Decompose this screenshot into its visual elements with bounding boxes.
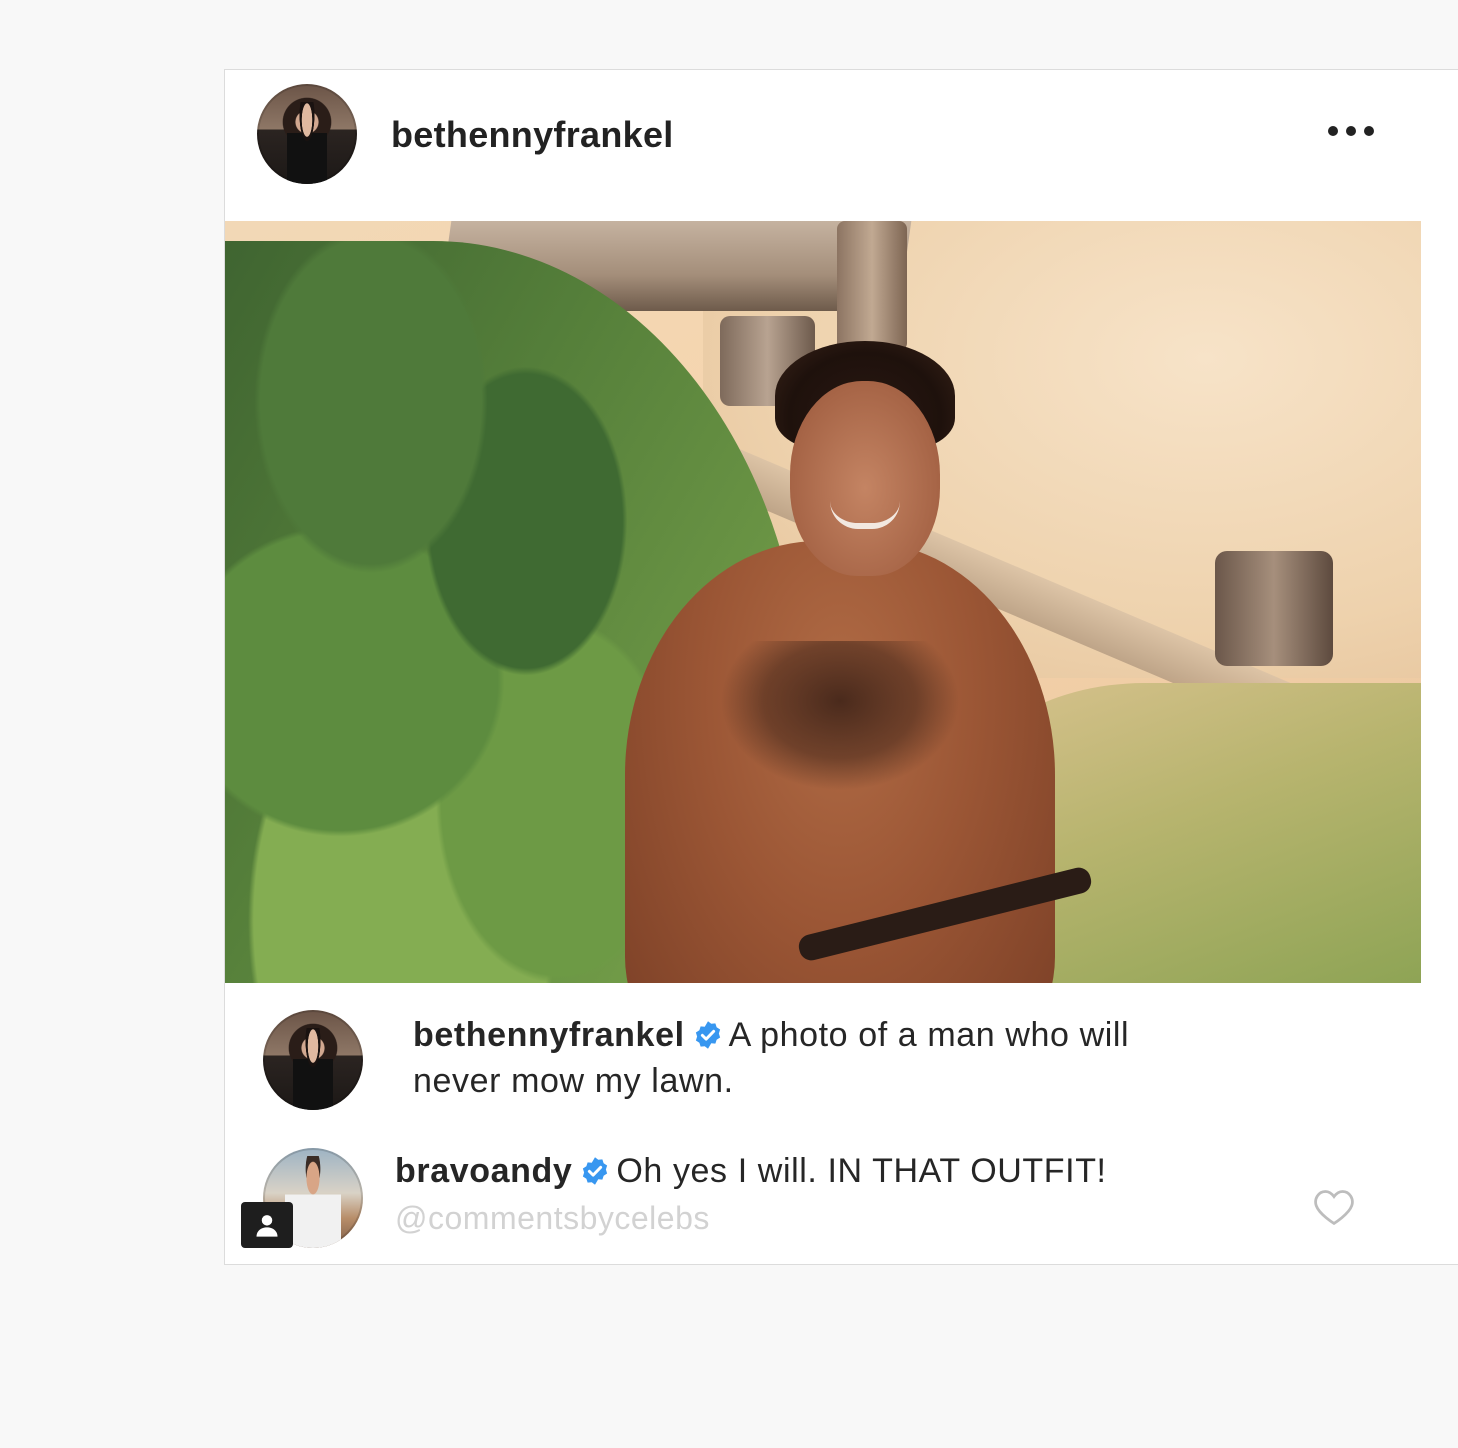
- more-options-icon[interactable]: [1328, 124, 1374, 138]
- person-icon[interactable]: [241, 1202, 293, 1248]
- post-photo[interactable]: [225, 221, 1421, 983]
- author-username[interactable]: bethennyfrankel: [391, 114, 674, 156]
- author-avatar[interactable]: [257, 84, 357, 184]
- watermark-text: @commentsbycelebs: [395, 1200, 710, 1236]
- post-header: bethennyfrankel: [225, 70, 1458, 220]
- comment-text: A photo of a man who will: [728, 1016, 1130, 1054]
- verified-badge-icon: [583, 1157, 608, 1185]
- commenter-avatar[interactable]: [263, 1010, 363, 1110]
- verified-badge-icon: [695, 1021, 720, 1049]
- caption-comment: bethennyfrankel A photo of a man who will…: [225, 1010, 1405, 1120]
- post-card: bethennyfrankel bethennyfrankel A photo o…: [224, 69, 1458, 1265]
- heart-icon[interactable]: [1313, 1188, 1355, 1226]
- comment-text-line2: never mow my lawn.: [413, 1062, 734, 1100]
- commenter-username[interactable]: bravoandy: [395, 1152, 572, 1190]
- comment-text: Oh yes I will. IN THAT OUTFIT!: [616, 1152, 1107, 1190]
- commenter-username[interactable]: bethennyfrankel: [413, 1016, 685, 1054]
